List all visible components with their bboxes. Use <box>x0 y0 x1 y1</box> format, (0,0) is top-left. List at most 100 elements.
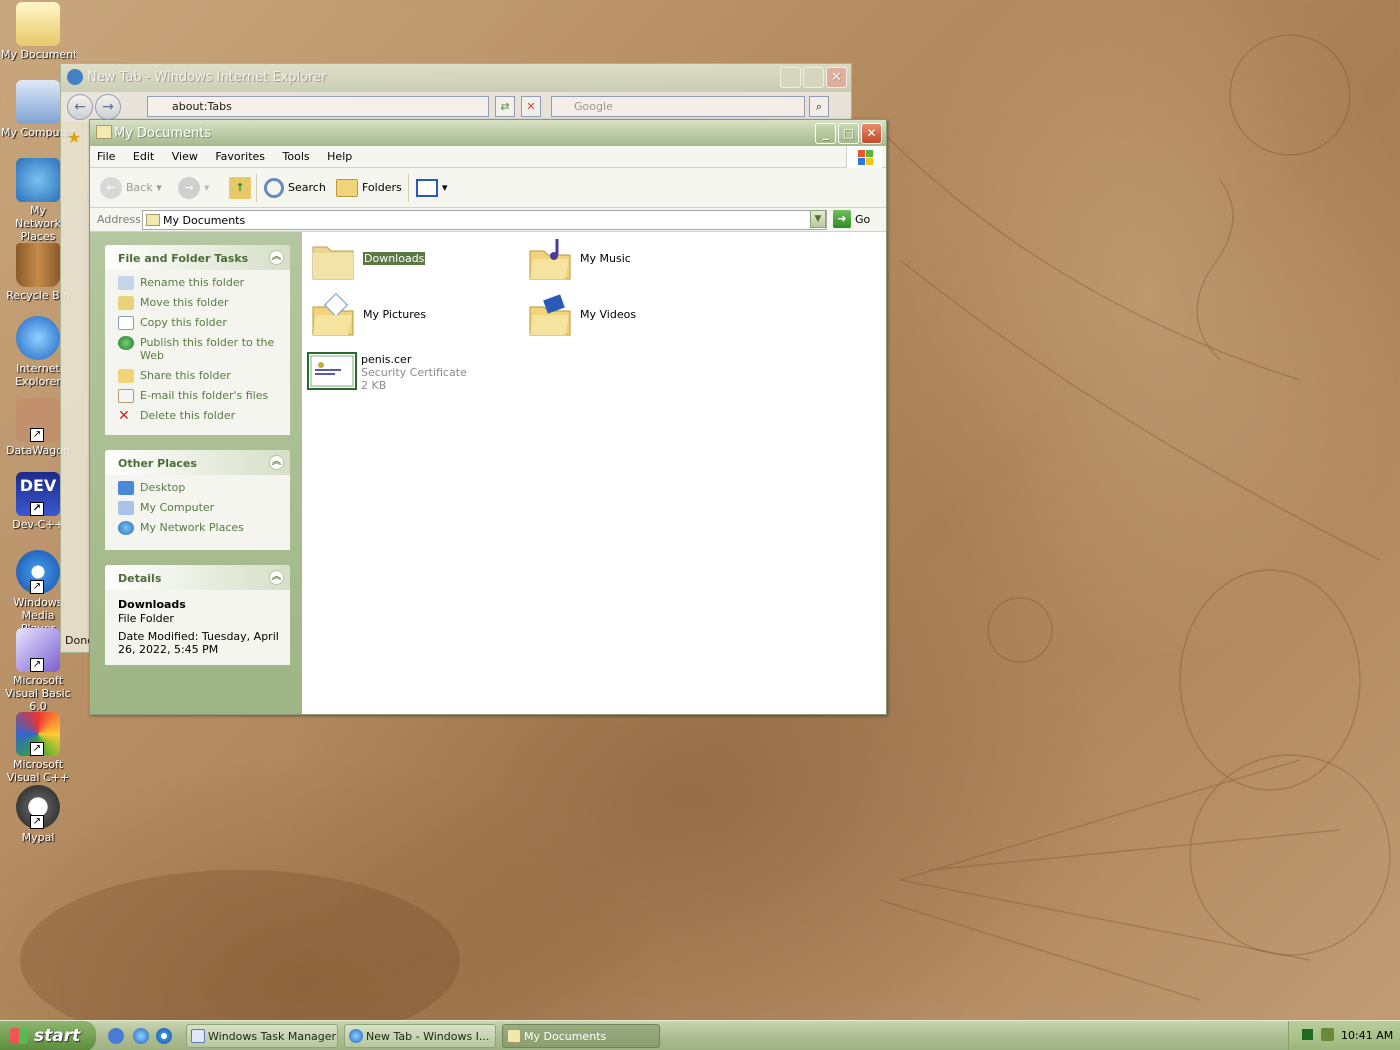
desktop-icon-mypal[interactable]: ↗ Mypal <box>0 785 76 844</box>
ie-logo-icon <box>67 69 83 85</box>
search-button[interactable]: Search <box>264 176 326 200</box>
internet-explorer-icon <box>16 316 60 360</box>
file-item-my-music[interactable]: My Music <box>527 237 727 289</box>
place-network[interactable]: My Network Places <box>118 521 282 535</box>
ie-search-go-icon[interactable]: ⌕ <box>809 96 829 117</box>
menu-view[interactable]: View <box>165 146 205 163</box>
quicklaunch-ie-icon[interactable] <box>133 1028 149 1044</box>
ie-minimize-button[interactable] <box>780 67 801 88</box>
task-move-folder[interactable]: Move this folder <box>118 296 282 310</box>
menu-tools[interactable]: Tools <box>276 146 317 163</box>
task-email-files[interactable]: E-mail this folder's files <box>118 389 282 403</box>
taskbar-button-ie[interactable]: New Tab - Windows I... <box>344 1024 496 1048</box>
visual-cpp-icon: ↗ <box>16 712 60 756</box>
menu-help[interactable]: Help <box>320 146 359 163</box>
file-item-certificate[interactable]: penis.cer Security Certificate 2 KB <box>307 352 527 392</box>
details-name: Downloads <box>118 598 186 611</box>
search-icon <box>264 178 284 198</box>
address-label: Address <box>97 213 141 226</box>
other-places-panel: Other Places ︽ Desktop My Computer My Net… <box>105 450 290 550</box>
toolbar-divider <box>256 174 257 202</box>
ie-address-bar[interactable]: about:Tabs <box>147 96 489 117</box>
tray-status-icon[interactable] <box>1302 1029 1313 1040</box>
close-button[interactable]: ✕ <box>861 123 882 144</box>
visual-basic-icon: ↗ <box>16 628 60 672</box>
folder-title-icon <box>96 125 112 139</box>
collapse-chevron-icon[interactable]: ︽ <box>269 250 284 265</box>
move-folder-icon <box>118 296 134 310</box>
address-input[interactable]: My Documents <box>142 210 827 230</box>
rename-icon <box>118 276 134 290</box>
ie-favorites-star-icon[interactable]: ★ <box>67 128 81 147</box>
shortcut-arrow-icon: ↗ <box>30 428 44 442</box>
my-documents-window[interactable]: My Documents _ □ ✕ File Edit View Favori… <box>89 119 887 715</box>
ie-icon <box>349 1029 363 1043</box>
task-rename-folder[interactable]: Rename this folder <box>118 276 282 290</box>
start-button[interactable]: start <box>0 1021 96 1050</box>
shortcut-arrow-icon: ↗ <box>30 815 44 829</box>
folders-button[interactable]: Folders <box>336 176 402 200</box>
file-item-downloads[interactable]: Downloads <box>310 237 510 289</box>
file-list: Downloads My Music My Pictures My Videos… <box>302 232 886 714</box>
ie-maximize-button[interactable] <box>803 67 824 88</box>
ie-stop-button[interactable]: ✕ <box>521 96 541 117</box>
datawagon-icon: ↗ <box>16 398 60 442</box>
views-button[interactable]: ▾ <box>416 176 448 200</box>
recycle-bin-icon <box>16 243 60 287</box>
taskbar-button-my-documents[interactable]: My Documents <box>502 1024 660 1048</box>
task-publish-web[interactable]: Publish this folder to the Web <box>118 336 282 362</box>
my-computer-icon <box>16 80 60 124</box>
menu-file[interactable]: File <box>90 146 122 163</box>
ie-close-button[interactable]: ✕ <box>826 67 847 88</box>
address-dropdown-chevron-icon[interactable]: ▼ <box>810 210 826 228</box>
globe-icon <box>118 336 134 350</box>
collapse-chevron-icon[interactable]: ︽ <box>269 570 284 585</box>
task-share-folder[interactable]: Share this folder <box>118 369 282 383</box>
up-arrow-icon: ↑ <box>229 177 251 199</box>
folders-icon <box>336 179 358 197</box>
go-button[interactable]: ➜ Go <box>833 210 870 230</box>
quicklaunch-desktop-icon[interactable] <box>108 1028 124 1044</box>
ie-title: New Tab - Windows Internet Explorer <box>87 70 327 85</box>
file-item-my-videos[interactable]: My Videos <box>527 293 727 345</box>
ie-navbar: ← → about:Tabs ⇄ ✕ Google ⌕ <box>61 92 851 122</box>
details-type: File Folder <box>118 612 174 625</box>
ie-back-button[interactable]: ← <box>67 94 93 120</box>
details-header[interactable]: Details ︽ <box>105 565 290 590</box>
menu-edit[interactable]: Edit <box>126 146 161 163</box>
address-bar: Address My Documents ▼ ➜ Go <box>90 208 886 232</box>
quicklaunch-media-player-icon[interactable] <box>156 1028 172 1044</box>
ie-titlebar[interactable]: New Tab - Windows Internet Explorer ✕ <box>61 64 851 92</box>
clock[interactable]: 10:41 AM <box>1341 1029 1393 1042</box>
ie-forward-button[interactable]: → <box>95 94 121 120</box>
file-item-my-pictures[interactable]: My Pictures <box>310 293 510 345</box>
place-my-computer[interactable]: My Computer <box>118 501 282 515</box>
computer-icon <box>118 501 134 515</box>
other-places-header[interactable]: Other Places ︽ <box>105 450 290 475</box>
ie-refresh-button[interactable]: ⇄ <box>495 96 515 117</box>
delete-x-icon: ✕ <box>118 408 130 424</box>
menu-bar: File Edit View Favorites Tools Help <box>90 146 886 168</box>
forward-button[interactable]: → ▾ <box>178 176 210 200</box>
shortcut-arrow-icon: ↗ <box>30 742 44 756</box>
collapse-chevron-icon[interactable]: ︽ <box>269 455 284 470</box>
maximize-button[interactable]: □ <box>838 123 859 144</box>
mydocs-titlebar[interactable]: My Documents _ □ ✕ <box>90 120 886 146</box>
ie-search-box[interactable]: Google <box>551 96 805 117</box>
task-copy-folder[interactable]: Copy this folder <box>118 316 282 330</box>
file-tasks-header[interactable]: File and Folder Tasks ︽ <box>105 245 290 270</box>
tray-network-icon[interactable] <box>1321 1028 1334 1041</box>
task-delete-folder[interactable]: ✕ Delete this folder <box>118 408 282 424</box>
place-desktop[interactable]: Desktop <box>118 481 282 495</box>
up-folder-button[interactable]: ↑ <box>229 176 255 200</box>
back-button[interactable]: ← Back ▾ <box>100 176 162 200</box>
ie-address-value: about:Tabs <box>172 100 232 113</box>
minimize-button[interactable]: _ <box>815 123 836 144</box>
dev-cpp-icon: DEV ↗ <box>16 472 60 516</box>
menu-favorites[interactable]: Favorites <box>208 146 272 163</box>
ie-search-placeholder: Google <box>574 100 613 113</box>
folder-icon <box>507 1029 521 1043</box>
window-body: File and Folder Tasks ︽ Rename this folde… <box>90 232 886 714</box>
taskbar-button-task-manager[interactable]: Windows Task Manager <box>186 1024 338 1048</box>
desktop-icon-my-documents[interactable]: My Documents <box>0 2 76 61</box>
